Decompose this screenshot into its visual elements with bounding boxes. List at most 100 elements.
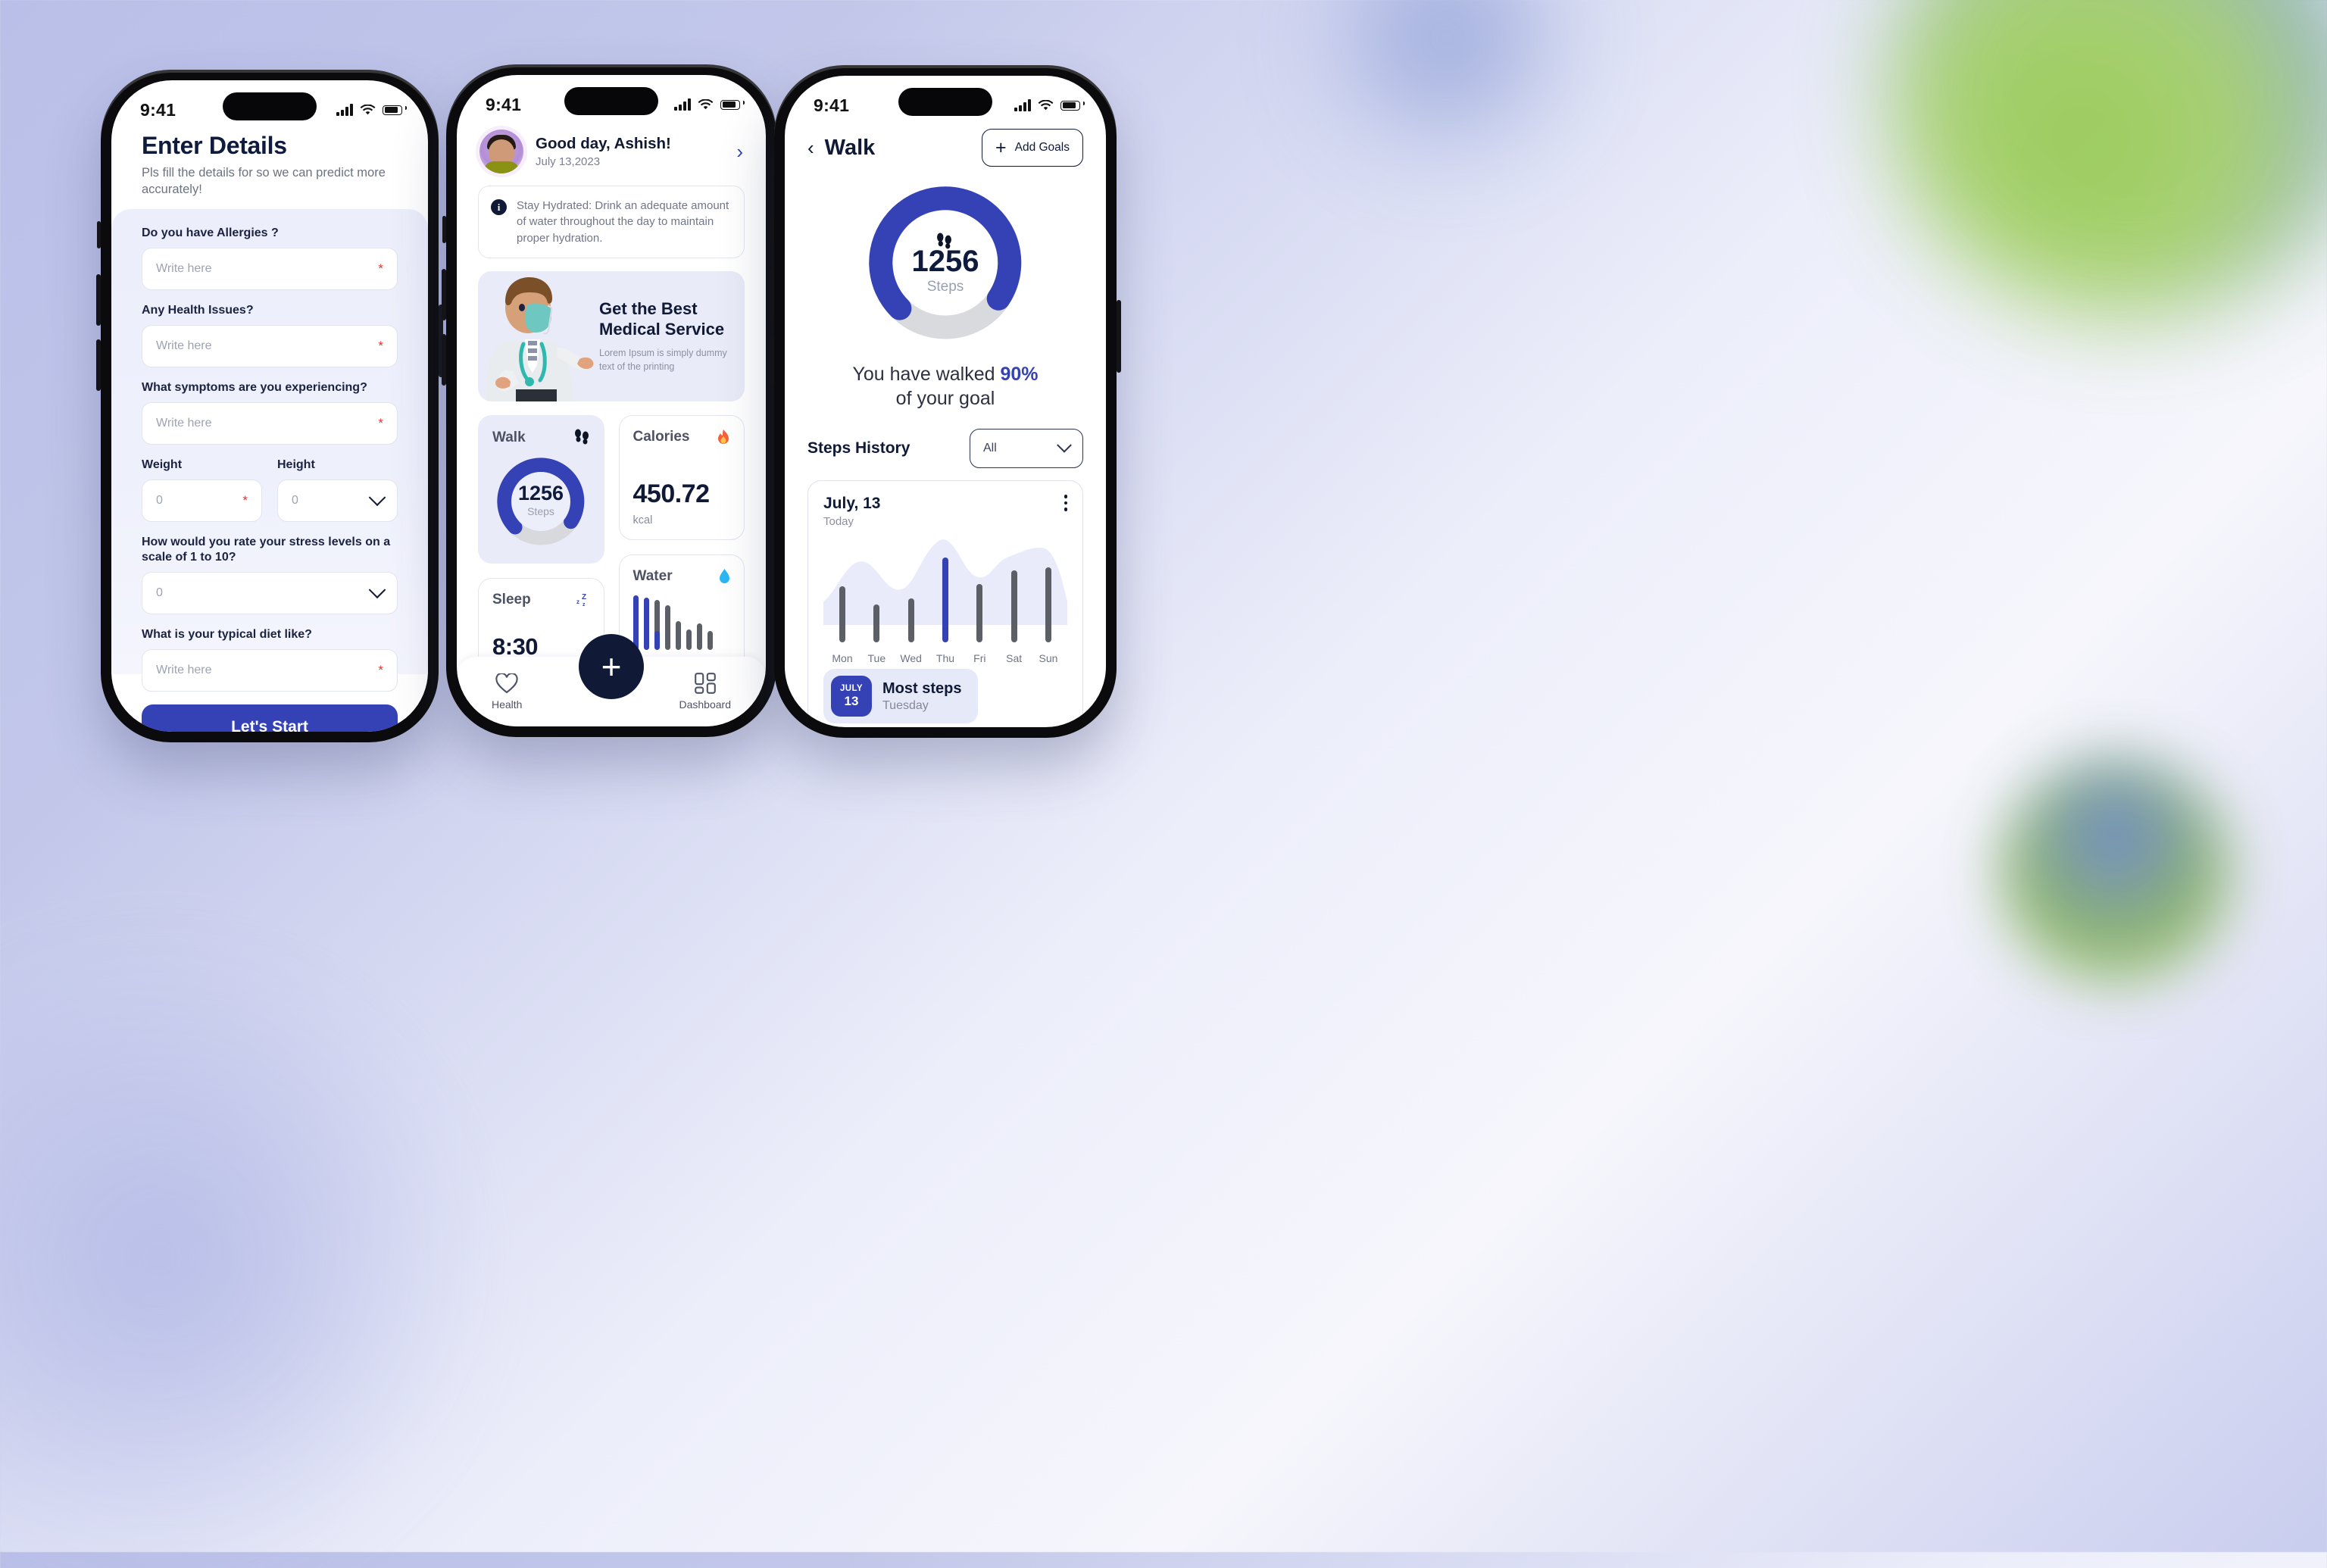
mute-switch[interactable]: [442, 216, 446, 243]
mute-switch[interactable]: [770, 217, 774, 244]
most-steps-day: 13: [844, 693, 859, 708]
page-title: Enter Details: [142, 132, 287, 159]
goal-progress-text: You have walked 90% of your goal: [807, 362, 1083, 411]
weight-input[interactable]: 0 *: [142, 479, 262, 522]
height-select[interactable]: 0: [277, 479, 398, 522]
calories-card[interactable]: Calories 450.72 kcal: [618, 414, 745, 540]
water-bar-1: [633, 595, 639, 650]
allergies-input[interactable]: Write here *: [142, 247, 398, 290]
diet-input[interactable]: Write here *: [142, 648, 398, 692]
phone-mockup-walk-detail: 9:41 ‹ Walk + Add Goals 1256 Steps You h…: [770, 65, 1121, 738]
avatar-body: [483, 161, 520, 173]
chart-label-thu: Thu: [935, 652, 955, 664]
battery-icon: [383, 105, 402, 115]
hydration-tip-card: i Stay Hydrated: Drink an adequate amoun…: [478, 186, 745, 258]
volume-up-button[interactable]: [770, 270, 774, 321]
phone-mockup-enter-details: 9:41 Enter Details Pls fill the details …: [96, 70, 443, 742]
field-label-stress: How would you rate your stress levels on…: [142, 535, 391, 564]
details-form: Do you have Allergies ? Write here * Any…: [111, 208, 428, 732]
field-label-health-issues: Any Health Issues?: [142, 303, 254, 317]
cellular-signal-icon: [336, 104, 353, 116]
greeting-date: July 13,2023: [536, 155, 601, 168]
chart-bars: Mon Tue Wed Thu Fri Sat Sun: [823, 536, 1067, 664]
chart-bar-thu: [942, 558, 948, 642]
history-card-july-13[interactable]: July, 13 Today Mon Tue Wed Thu Fri Sat Sun JUL…: [807, 480, 1083, 727]
greeting-text: Good day, Ashish!: [536, 135, 671, 152]
water-bar-chart: [633, 595, 731, 650]
volume-up-button[interactable]: [442, 269, 446, 320]
water-bar-8: [707, 631, 713, 650]
steps-progress-ring: 1256 Steps: [869, 186, 1022, 339]
chevron-left-icon[interactable]: ‹: [807, 138, 814, 158]
history-card-date: July, 13: [823, 495, 881, 512]
tab-health[interactable]: Health: [492, 673, 522, 711]
svg-text:Z: Z: [582, 593, 586, 601]
more-options-icon[interactable]: [1064, 495, 1067, 511]
add-goals-button[interactable]: + Add Goals: [982, 129, 1083, 167]
wifi-icon: [698, 98, 714, 109]
background-blob-green: [1888, 0, 2327, 318]
heart-icon: [495, 673, 518, 693]
water-bar-2: [643, 597, 649, 650]
chevron-right-icon[interactable]: ›: [736, 140, 743, 164]
volume-up-button[interactable]: [96, 274, 101, 326]
most-steps-date-chip: JULY 13: [831, 676, 872, 717]
footsteps-icon: [574, 429, 589, 445]
water-bar-6: [686, 629, 692, 650]
walk-card[interactable]: Walk 1256 Steps: [478, 414, 604, 564]
volume-down-button[interactable]: [770, 335, 774, 386]
avatar[interactable]: [479, 130, 523, 173]
water-bar-5: [675, 621, 681, 650]
goal-progress-percent: 90%: [1000, 364, 1039, 385]
most-steps-sub: Tuesday: [882, 698, 929, 712]
calories-card-title: Calories: [633, 428, 690, 445]
status-bar: 9:41: [111, 80, 428, 127]
lets-start-button[interactable]: Let's Start: [142, 704, 398, 732]
status-time: 9:41: [486, 94, 522, 114]
promo-body: Lorem Ipsum is simply dummy text of the …: [599, 348, 727, 372]
page-title: Walk: [824, 135, 876, 160]
tab-dashboard[interactable]: Dashboard: [679, 673, 731, 711]
cellular-signal-icon: [1014, 99, 1031, 111]
diet-placeholder: Write here: [156, 663, 212, 676]
power-button[interactable]: [1117, 300, 1121, 373]
steps-history-title: Steps History: [807, 439, 910, 457]
chart-bar-wed: [907, 598, 914, 642]
weight-placeholder: 0: [156, 493, 163, 507]
water-drop-icon: [720, 568, 729, 583]
background-blob-blue: [1288, 0, 1606, 167]
required-asterisk: *: [378, 261, 383, 276]
most-steps-month: JULY: [840, 684, 863, 694]
chart-label-sat: Sat: [1006, 652, 1023, 664]
field-label-weight: Weight: [142, 458, 183, 471]
symptoms-input[interactable]: Write here *: [142, 401, 398, 445]
promo-heading-line2: Medical Service: [599, 319, 725, 339]
history-filter-value: All: [983, 442, 997, 454]
volume-down-button[interactable]: [442, 334, 446, 386]
phone-mockup-dashboard: 9:41 Good day, Ashish! July 13,2023 › i …: [442, 64, 781, 737]
health-issues-input[interactable]: Write here *: [142, 324, 398, 367]
sleep-card-title: Sleep: [492, 591, 531, 608]
cellular-signal-icon: [674, 98, 691, 111]
medical-service-banner[interactable]: Get the Best Medical Service Lorem Ipsum…: [478, 270, 745, 401]
tab-health-label: Health: [492, 698, 523, 711]
battery-icon: [1060, 100, 1080, 111]
chart-column: Sun: [1034, 567, 1063, 664]
chart-column: Mon: [828, 586, 857, 664]
add-entry-fab[interactable]: +: [579, 634, 644, 699]
chevron-down-icon: [1057, 437, 1072, 453]
water-bar-3: [654, 599, 660, 650]
stress-select[interactable]: 0: [142, 571, 398, 614]
chevron-down-icon: [368, 581, 386, 598]
history-filter-select[interactable]: All: [970, 429, 1083, 468]
greeting-row[interactable]: Good day, Ashish! July 13,2023 ›: [478, 125, 745, 173]
status-bar: 9:41: [785, 76, 1106, 123]
water-card-title: Water: [633, 567, 673, 584]
dynamic-island: [223, 92, 317, 120]
field-label-allergies: Do you have Allergies ?: [142, 226, 279, 239]
water-bar-fill: [633, 595, 639, 650]
chart-bar-mon: [839, 586, 845, 642]
mute-switch[interactable]: [97, 221, 101, 248]
status-time: 9:41: [814, 95, 850, 115]
volume-down-button[interactable]: [96, 339, 101, 391]
